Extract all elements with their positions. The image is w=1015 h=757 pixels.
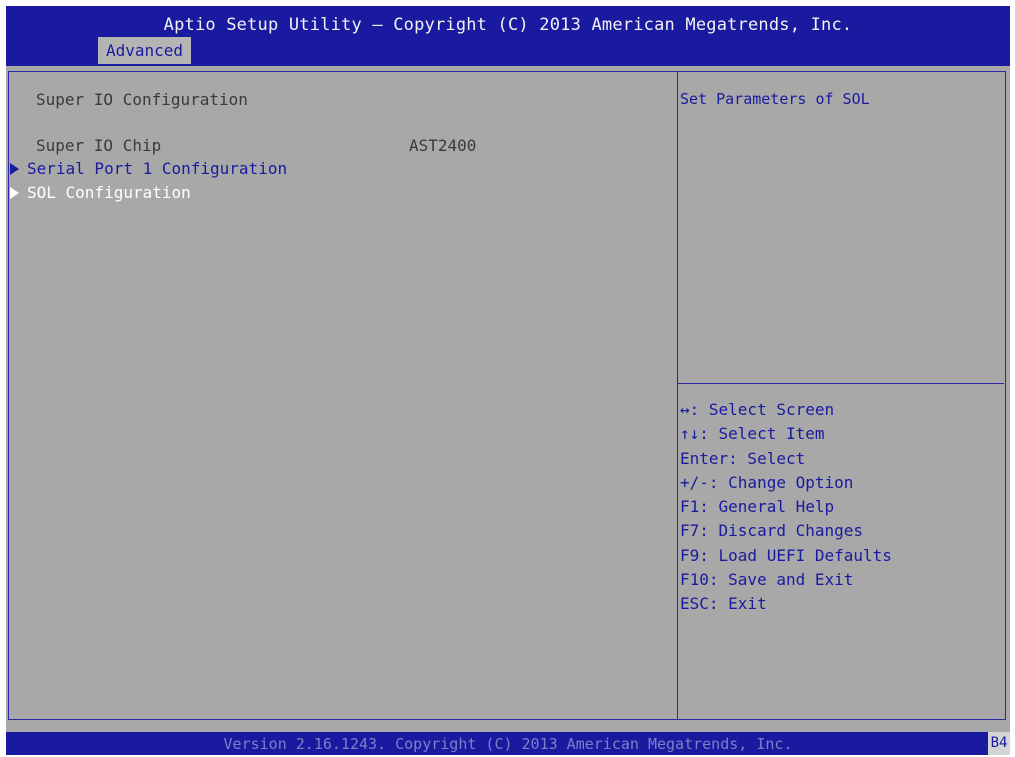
header-title: Aptio Setup Utility – Copyright (C) 2013…: [163, 15, 853, 35]
key-discard-changes: F7: Discard Changes: [680, 521, 864, 541]
menu-item-serial-port-1[interactable]: Serial Port 1 Configuration: [10, 159, 287, 181]
footer-bar: Version 2.16.1243. Copyright (C) 2013 Am…: [6, 732, 1010, 755]
submenu-arrow-icon: [10, 187, 19, 199]
tab-advanced[interactable]: Advanced: [98, 37, 192, 64]
key-legend: ↔: Select Screen ↑↓: Select Item Enter: …: [680, 398, 892, 617]
key-load-defaults: F9: Load UEFI Defaults: [680, 545, 892, 565]
super-io-chip-value: AST2400: [409, 136, 477, 155]
key-general-help: F1: General Help: [680, 497, 835, 517]
help-divider: [678, 383, 1004, 384]
panel-divider-vertical: [677, 72, 678, 719]
key-esc-exit: ESC: Exit: [680, 594, 767, 614]
submenu-arrow-icon: [10, 163, 19, 175]
key-change-option: +/-: Change Option: [680, 472, 854, 492]
key-select-item: ↑↓: Select Item: [680, 424, 825, 444]
key-save-exit: F10: Save and Exit: [680, 570, 854, 590]
key-select-screen: ↔: Select Screen: [680, 400, 835, 419]
menu-item-sol-configuration[interactable]: SOL Configuration: [10, 183, 191, 205]
post-code-badge: B4: [988, 732, 1010, 755]
super-io-chip-label: Super IO Chip: [36, 136, 162, 155]
menu-item-label: SOL Configuration: [27, 183, 191, 202]
menu-item-label: Serial Port 1 Configuration: [27, 159, 288, 178]
bios-screen: Aptio Setup Utility – Copyright (C) 2013…: [6, 6, 1010, 755]
help-description: Set Parameters of SOL: [680, 90, 870, 108]
section-title: Super IO Configuration: [36, 90, 248, 109]
header-bar: Aptio Setup Utility – Copyright (C) 2013…: [6, 6, 1010, 66]
key-enter-select: Enter: Select: [680, 448, 806, 468]
footer-version-text: Version 2.16.1243. Copyright (C) 2013 Am…: [223, 735, 793, 753]
